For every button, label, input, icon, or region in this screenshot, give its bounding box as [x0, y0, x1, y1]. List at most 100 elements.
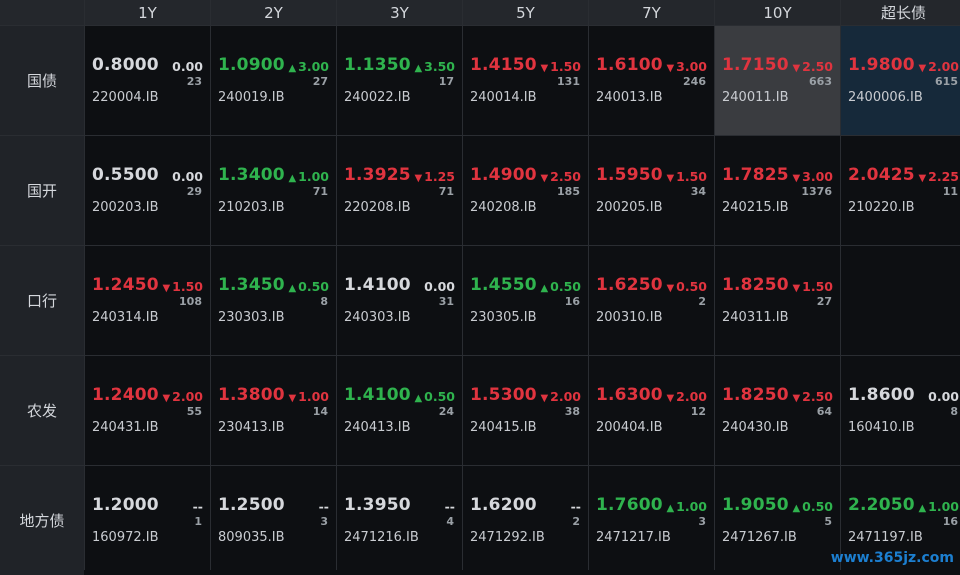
- yield-value: 1.1350: [344, 55, 411, 75]
- row-label-1[interactable]: 国开: [0, 136, 84, 245]
- quote-cell[interactable]: 1.5950 ▼ 1.50 34 200205.IB: [589, 136, 714, 245]
- yield-value: 1.4550: [470, 275, 537, 295]
- change-text: 0.50: [550, 279, 581, 294]
- quote-cell[interactable]: 1.7825 ▼ 3.00 1376 240215.IB: [715, 136, 840, 245]
- column-header-2[interactable]: 3Y: [337, 0, 462, 25]
- quote-cell[interactable]: 1.5300 ▼ 2.00 38 240415.IB: [463, 356, 588, 465]
- quote-cell[interactable]: 1.3450 ▲ 0.50 8 230303.IB: [211, 246, 336, 355]
- change-value: ▲ 0.50: [414, 389, 455, 404]
- quote-cell[interactable]: 2.0425 ▼ 2.25 11 210220.IB: [841, 136, 960, 245]
- trade-count: 8: [950, 405, 958, 418]
- triangle-down-icon: ▼: [918, 63, 927, 74]
- triangle-down-icon: ▼: [162, 393, 171, 404]
- column-header-4[interactable]: 7Y: [589, 0, 714, 25]
- quote-cell[interactable]: 1.4900 ▼ 2.50 185 240208.IB: [463, 136, 588, 245]
- triangle-down-icon: ▼: [792, 63, 801, 74]
- change-text: 2.00: [676, 389, 707, 404]
- bond-code: 230413.IB: [218, 420, 285, 435]
- quote-cell[interactable]: 0.5500 0.00 29 200203.IB: [85, 136, 210, 245]
- bond-code: 2471292.IB: [470, 530, 545, 545]
- quote-cell[interactable]: 1.3800 ▼ 1.00 14 230413.IB: [211, 356, 336, 465]
- change-value: --: [319, 499, 329, 514]
- bond-code: 220004.IB: [92, 90, 159, 105]
- quote-cell[interactable]: 1.2450 ▼ 1.50 108 240314.IB: [85, 246, 210, 355]
- trade-count: 2: [572, 515, 580, 528]
- row-label-4[interactable]: 地方债: [0, 466, 84, 575]
- quote-cell[interactable]: 1.3400 ▲ 1.00 71 210203.IB: [211, 136, 336, 245]
- change-text: 2.50: [802, 389, 833, 404]
- quote-cell[interactable]: 1.2000 -- 1 160972.IB: [85, 466, 210, 575]
- quote-cell[interactable]: 1.3950 -- 4 2471216.IB: [337, 466, 462, 575]
- trade-count: 1: [194, 515, 202, 528]
- row-label-3[interactable]: 农发: [0, 356, 84, 465]
- quote-cell[interactable]: 1.6300 ▼ 2.00 12 200404.IB: [589, 356, 714, 465]
- quote-cell[interactable]: 1.6200 -- 2 2471292.IB: [463, 466, 588, 575]
- bond-code: 240413.IB: [344, 420, 411, 435]
- quote-cell[interactable]: 1.9800 ▼ 2.00 615 2400006.IB: [841, 26, 960, 135]
- bond-quote-grid: 1Y 2Y 3Y 5Y 7Y 10Y 超长债 国债 0.8000 0.00 23 220004.IB 1…: [0, 0, 960, 575]
- quote-cell[interactable]: 1.8250 ▼ 1.50 27 240311.IB: [715, 246, 840, 355]
- quote-cell[interactable]: 1.2400 ▼ 2.00 55 240431.IB: [85, 356, 210, 465]
- quote-cell[interactable]: 1.4150 ▼ 1.50 131 240014.IB: [463, 26, 588, 135]
- bond-code: 2471267.IB: [722, 530, 797, 545]
- change-value: --: [571, 499, 581, 514]
- yield-value: 1.3800: [218, 385, 285, 405]
- quote-cell[interactable]: 1.6100 ▼ 3.00 246 240013.IB: [589, 26, 714, 135]
- quote-cell[interactable]: 1.9050 ▲ 0.50 5 2471267.IB: [715, 466, 840, 575]
- yield-value: 1.8250: [722, 385, 789, 405]
- change-value: 0.00: [928, 389, 959, 404]
- trade-count: 108: [179, 295, 202, 308]
- quote-cell[interactable]: 1.8600 0.00 8 160410.IB: [841, 356, 960, 465]
- yield-value: 1.9800: [848, 55, 915, 75]
- trade-count: 615: [935, 75, 958, 88]
- yield-value: 1.0900: [218, 55, 285, 75]
- yield-value: 1.2500: [218, 495, 285, 515]
- change-text: --: [318, 499, 329, 514]
- column-header-6[interactable]: 超长债: [841, 0, 960, 25]
- quote-cell[interactable]: 1.4100 ▲ 0.50 24 240413.IB: [337, 356, 462, 465]
- trade-count: 24: [438, 405, 454, 418]
- change-value: ▲ 1.00: [918, 499, 959, 514]
- yield-value: 1.7825: [722, 165, 789, 185]
- row-label-2[interactable]: 口行: [0, 246, 84, 355]
- quote-cell[interactable]: 1.2500 -- 3 809035.IB: [211, 466, 336, 575]
- change-text: 3.00: [802, 169, 833, 184]
- yield-value: 1.4100: [344, 385, 411, 405]
- triangle-up-icon: ▲: [792, 503, 801, 514]
- change-value: ▼ 1.50: [666, 169, 707, 184]
- change-text: 2.00: [172, 389, 203, 404]
- quote-cell[interactable]: 1.8250 ▼ 2.50 64 240430.IB: [715, 356, 840, 465]
- triangle-up-icon: ▲: [666, 503, 675, 514]
- change-value: ▼ 2.50: [792, 389, 833, 404]
- quote-cell[interactable]: 1.7150 ▼ 2.50 663 240011.IB: [715, 26, 840, 135]
- column-header-5[interactable]: 10Y: [715, 0, 840, 25]
- yield-value: 1.3400: [218, 165, 285, 185]
- quote-cell[interactable]: 1.0900 ▲ 3.00 27 240019.IB: [211, 26, 336, 135]
- bond-code: 240022.IB: [344, 90, 411, 105]
- column-header-0[interactable]: 1Y: [85, 0, 210, 25]
- yield-value: 1.3925: [344, 165, 411, 185]
- trade-count: 23: [186, 75, 202, 88]
- quote-cell[interactable]: 1.6250 ▼ 0.50 2 200310.IB: [589, 246, 714, 355]
- change-value: ▼ 2.00: [162, 389, 203, 404]
- triangle-up-icon: ▲: [414, 393, 423, 404]
- bond-code: 240019.IB: [218, 90, 285, 105]
- quote-cell[interactable]: 0.8000 0.00 23 220004.IB: [85, 26, 210, 135]
- trade-count: 16: [564, 295, 580, 308]
- column-header-3[interactable]: 5Y: [463, 0, 588, 25]
- bond-code: 200205.IB: [596, 200, 663, 215]
- trade-count: 64: [816, 405, 832, 418]
- trade-count: 27: [312, 75, 328, 88]
- quote-cell[interactable]: 1.3925 ▼ 1.25 71 220208.IB: [337, 136, 462, 245]
- quote-cell[interactable]: 1.7600 ▲ 1.00 3 2471217.IB: [589, 466, 714, 575]
- row-label-0[interactable]: 国债: [0, 26, 84, 135]
- change-value: ▲ 0.50: [540, 279, 581, 294]
- change-text: 2.50: [550, 169, 581, 184]
- quote-cell[interactable]: 1.1350 ▲ 3.50 17 240022.IB: [337, 26, 462, 135]
- triangle-up-icon: ▲: [414, 63, 423, 74]
- quote-cell[interactable]: 1.4550 ▲ 0.50 16 230305.IB: [463, 246, 588, 355]
- change-text: 0.00: [424, 279, 455, 294]
- column-header-1[interactable]: 2Y: [211, 0, 336, 25]
- quote-cell[interactable]: 1.4100 0.00 31 240303.IB: [337, 246, 462, 355]
- change-text: 1.00: [298, 389, 329, 404]
